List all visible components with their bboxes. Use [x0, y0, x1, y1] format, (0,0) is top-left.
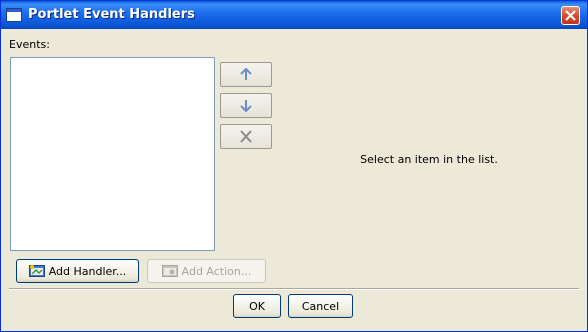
close-icon [565, 10, 576, 21]
arrow-down-icon [240, 100, 252, 112]
close-button[interactable] [561, 6, 580, 25]
add-action-icon [161, 265, 178, 277]
title-bar[interactable]: Portlet Event Handlers [1, 1, 587, 29]
add-handler-label: Add Handler... [48, 264, 127, 278]
move-up-button[interactable] [220, 62, 272, 87]
delete-x-icon [240, 130, 252, 143]
add-handler-button[interactable]: Add Handler... [16, 259, 139, 283]
events-list[interactable] [10, 57, 215, 251]
dialog-window: Portlet Event Handlers Events: Select an… [0, 0, 588, 332]
delete-button[interactable] [220, 124, 272, 149]
divider [9, 288, 579, 290]
window-title: Portlet Event Handlers [28, 7, 195, 22]
add-action-label: Add Action... [181, 264, 252, 278]
detail-placeholder: Select an item in the list. [360, 153, 498, 166]
window-icon [6, 8, 22, 22]
cancel-button[interactable]: Cancel [288, 294, 353, 318]
ok-label: OK [249, 299, 265, 313]
ok-button[interactable]: OK [233, 294, 281, 318]
add-action-button[interactable]: Add Action... [147, 259, 266, 283]
events-label: Events: [9, 38, 50, 51]
move-down-button[interactable] [220, 93, 272, 118]
cancel-label: Cancel [301, 299, 340, 313]
add-handler-icon [28, 265, 45, 277]
arrow-up-icon [240, 68, 252, 80]
